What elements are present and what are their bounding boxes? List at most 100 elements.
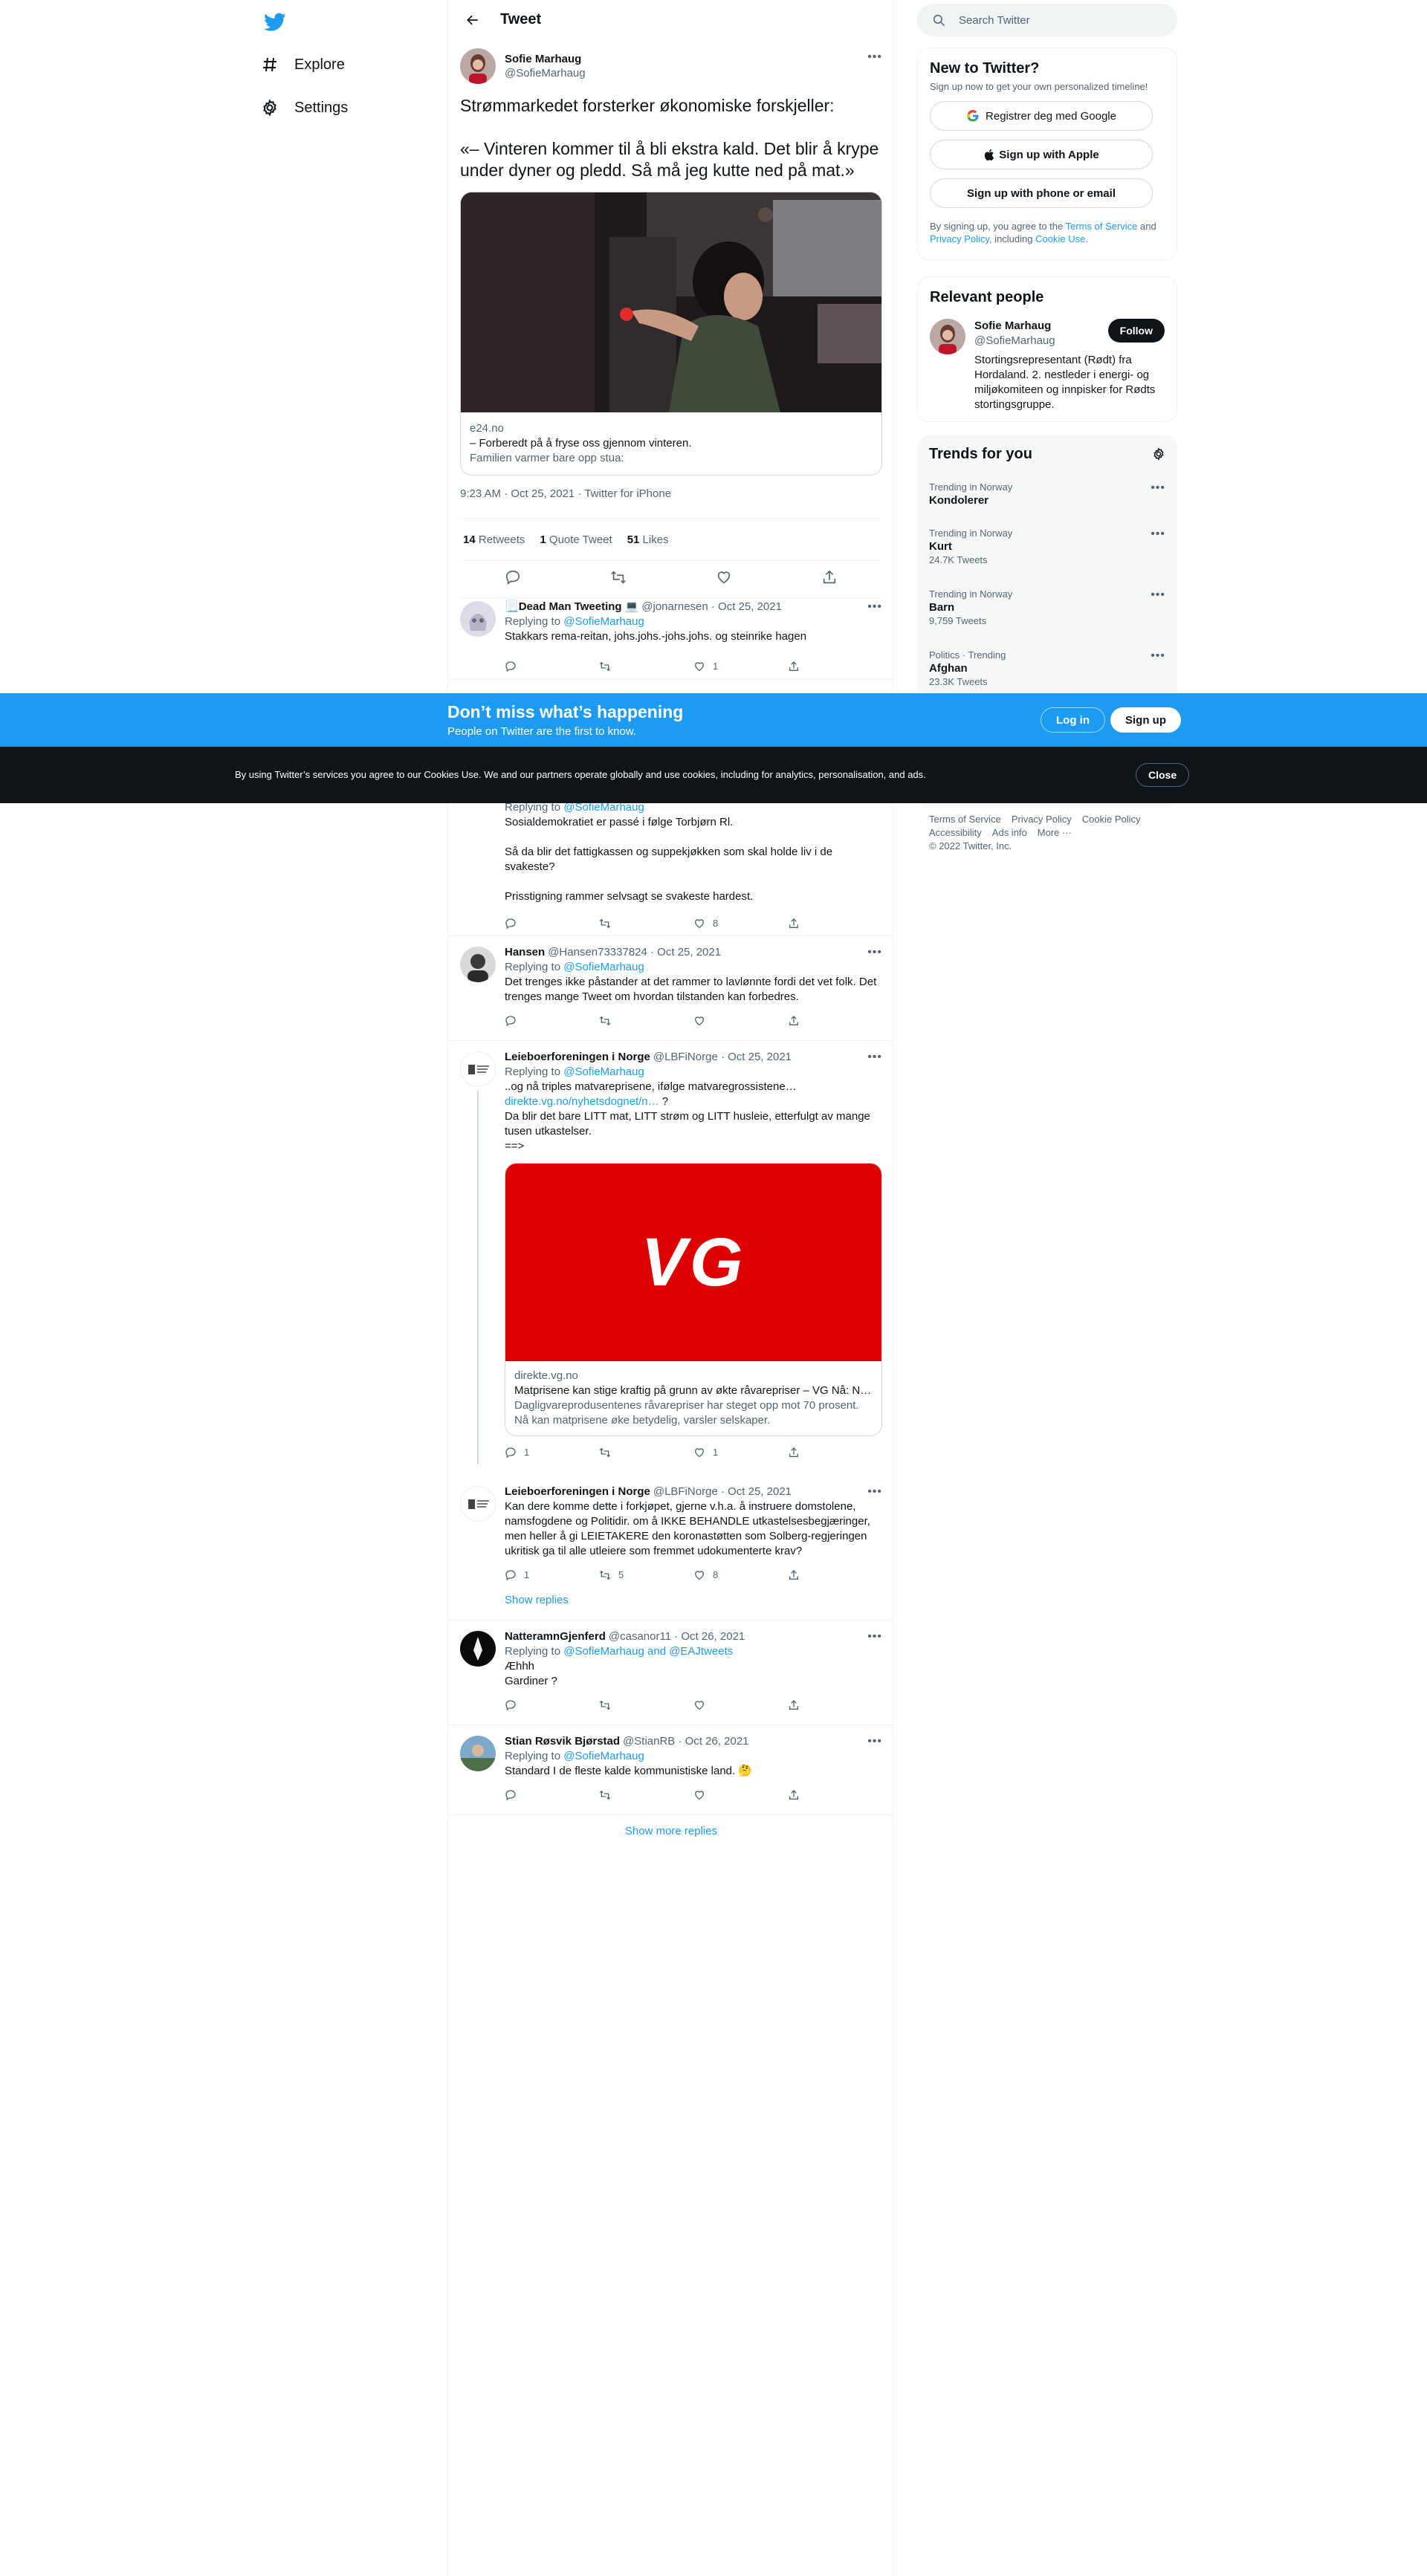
twitter-logo-icon[interactable] [260,7,290,37]
reply-author-name[interactable]: Leieboerforeningen i Norge [505,1485,650,1499]
more-options-icon[interactable]: ••• [1151,481,1165,495]
apple-signup-button[interactable]: Sign up with Apple [930,140,1153,169]
more-options-icon[interactable]: ••• [867,1734,882,1749]
retweet-icon[interactable] [599,1789,693,1801]
quotes-stat[interactable]: 1 Quote Tweet [540,533,612,546]
footer-link[interactable]: Terms of Service [929,814,1001,825]
share-icon[interactable] [788,1015,882,1027]
retweet-icon[interactable] [599,1699,693,1711]
reply-handle-date[interactable]: @LBFiNorge · Oct 25, 2021 [653,1050,792,1065]
reply-handle-date[interactable]: @Hansen73337824 · Oct 25, 2021 [548,945,721,960]
reply-tweet[interactable]: Leieboerforeningen i Norge @LBFiNorge · … [448,1476,894,1620]
reply-author-name[interactable]: Dead Man Tweeting [519,600,622,614]
share-icon[interactable] [788,1699,882,1711]
like-icon[interactable]: 1 [693,659,788,674]
reply-author-name[interactable]: Hansen [505,945,545,960]
reply-icon[interactable] [505,1789,599,1801]
footer-link[interactable]: Privacy Policy [1012,814,1072,825]
share-icon[interactable] [788,1789,882,1801]
gear-icon[interactable] [1152,447,1165,461]
reply-icon[interactable] [505,569,521,589]
reply-icon[interactable] [505,1015,599,1027]
footer-link[interactable]: More ··· [1038,827,1072,838]
avatar[interactable] [930,319,965,354]
retweets-stat[interactable]: 14 Retweets [463,533,525,546]
person-row[interactable]: Sofie Marhaug @SofieMarhaug Stortingsrep… [930,319,1165,412]
more-options-icon[interactable]: ••• [1151,528,1165,541]
more-options-icon[interactable]: ••• [867,1050,882,1065]
more-options-icon[interactable]: ••• [867,1629,882,1644]
more-options-icon[interactable]: ••• [867,945,882,960]
privacy-link[interactable]: Privacy Policy [930,233,989,244]
trend-item[interactable]: Trending in Norway Kurt 24.7K Tweets ••• [929,528,1165,566]
reply-tweet[interactable]: NatteramnGjenferd @casanor11 · Oct 26, 2… [448,1620,894,1725]
like-icon[interactable] [693,1699,788,1711]
author-name[interactable]: Sofie Marhaug [505,52,586,66]
footer-link[interactable]: Cookie Policy [1082,814,1141,825]
reply-icon[interactable]: 1 [505,1568,599,1583]
likes-stat[interactable]: 51 Likes [627,533,669,546]
back-arrow-icon[interactable] [460,7,485,33]
show-replies-link[interactable]: Show replies [505,1593,882,1608]
signup-button[interactable]: Sign up [1110,707,1181,733]
more-options-icon[interactable]: ••• [867,51,882,64]
reply-icon[interactable] [505,661,599,672]
link-card[interactable]: e24.no – Forberedt på å fryse oss gjenno… [460,192,882,476]
login-button[interactable]: Log in [1041,707,1105,733]
avatar[interactable] [460,1051,496,1087]
reply-tweet[interactable]: Stian Røsvik Bjørstad @StianRB · Oct 26,… [448,1725,894,1815]
google-signup-button[interactable]: Registrer deg med Google [930,101,1153,131]
replying-to-link[interactable]: @SofieMarhaug [563,1065,644,1078]
like-icon[interactable] [693,1015,788,1027]
share-icon[interactable] [788,1447,882,1459]
like-icon[interactable] [716,569,732,589]
retweet-icon[interactable]: 5 [599,1568,693,1583]
reply-handle-date[interactable]: @StianRB · Oct 26, 2021 [623,1734,748,1749]
reply-handle-date[interactable]: @casanor11 · Oct 26, 2021 [609,1629,745,1644]
reply-icon[interactable] [505,1699,599,1711]
replying-to-link[interactable]: @SofieMarhaug [563,1750,644,1762]
share-icon[interactable] [821,569,838,589]
reply-icon[interactable] [505,918,599,929]
reply-author-name[interactable]: Stian Røsvik Bjørstad [505,1734,620,1749]
avatar[interactable] [460,947,496,982]
avatar[interactable] [460,48,496,84]
avatar[interactable] [460,1736,496,1771]
footer-link[interactable]: Ads info [992,827,1027,838]
nav-explore[interactable]: Explore [260,46,345,83]
like-icon[interactable]: 8 [693,916,788,931]
search-input[interactable]: Search Twitter [917,4,1177,36]
reply-handle-date[interactable]: @LBFiNorge · Oct 25, 2021 [653,1485,792,1499]
trend-item[interactable]: Politics · Trending Afghan 23.3K Tweets … [929,649,1165,688]
reply-icon[interactable]: 1 [505,1445,599,1460]
vg-link-card[interactable]: VG direkte.vg.no Matprisene kan stige kr… [505,1163,882,1436]
share-icon[interactable] [788,918,882,929]
phone-signup-button[interactable]: Sign up with phone or email [930,178,1153,208]
retweet-icon[interactable] [610,569,627,589]
reply-link[interactable]: direkte.vg.no/nyhetsdognet/n… [505,1095,659,1108]
retweet-icon[interactable] [599,1447,693,1459]
tweet-timestamp[interactable]: 9:23 AM · Oct 25, 2021 · Twitter for iPh… [460,487,882,502]
replying-to-link[interactable]: @SofieMarhaug [563,961,644,973]
nav-settings[interactable]: Settings [260,89,348,126]
avatar[interactable] [460,1486,496,1522]
show-more-replies-button[interactable]: Show more replies [448,1811,894,1851]
reply-handle-date[interactable]: @jonarnesen · Oct 25, 2021 [641,600,782,614]
replying-to-link[interactable]: @SofieMarhaug and @EAJtweets [563,1645,733,1658]
retweet-icon[interactable] [599,661,693,672]
cookie-close-button[interactable]: Close [1136,763,1190,787]
reply-tweet[interactable]: Hansen @Hansen73337824 · Oct 25, 2021 ••… [448,936,894,1041]
terms-link[interactable]: Terms of Service [1066,221,1138,232]
avatar[interactable] [460,601,496,637]
replying-to-link[interactable]: @SofieMarhaug [563,615,644,628]
more-options-icon[interactable]: ••• [867,600,882,614]
more-options-icon[interactable]: ••• [867,1485,882,1499]
author-handle[interactable]: @SofieMarhaug [505,66,586,80]
follow-button[interactable]: Follow [1107,319,1165,343]
reply-tweet[interactable]: 📃 Dead Man Tweeting 💻 @jonarnesen · Oct … [448,591,894,680]
trend-item[interactable]: Trending in Norway Barn 9,759 Tweets ••• [929,588,1165,627]
like-icon[interactable]: 1 [693,1445,788,1460]
reply-tweet[interactable]: Leieboerforeningen i Norge @LBFiNorge · … [448,1041,894,1476]
footer-link[interactable]: Accessibility [929,827,982,838]
reply-author-name[interactable]: Leieboerforeningen i Norge [505,1050,650,1065]
